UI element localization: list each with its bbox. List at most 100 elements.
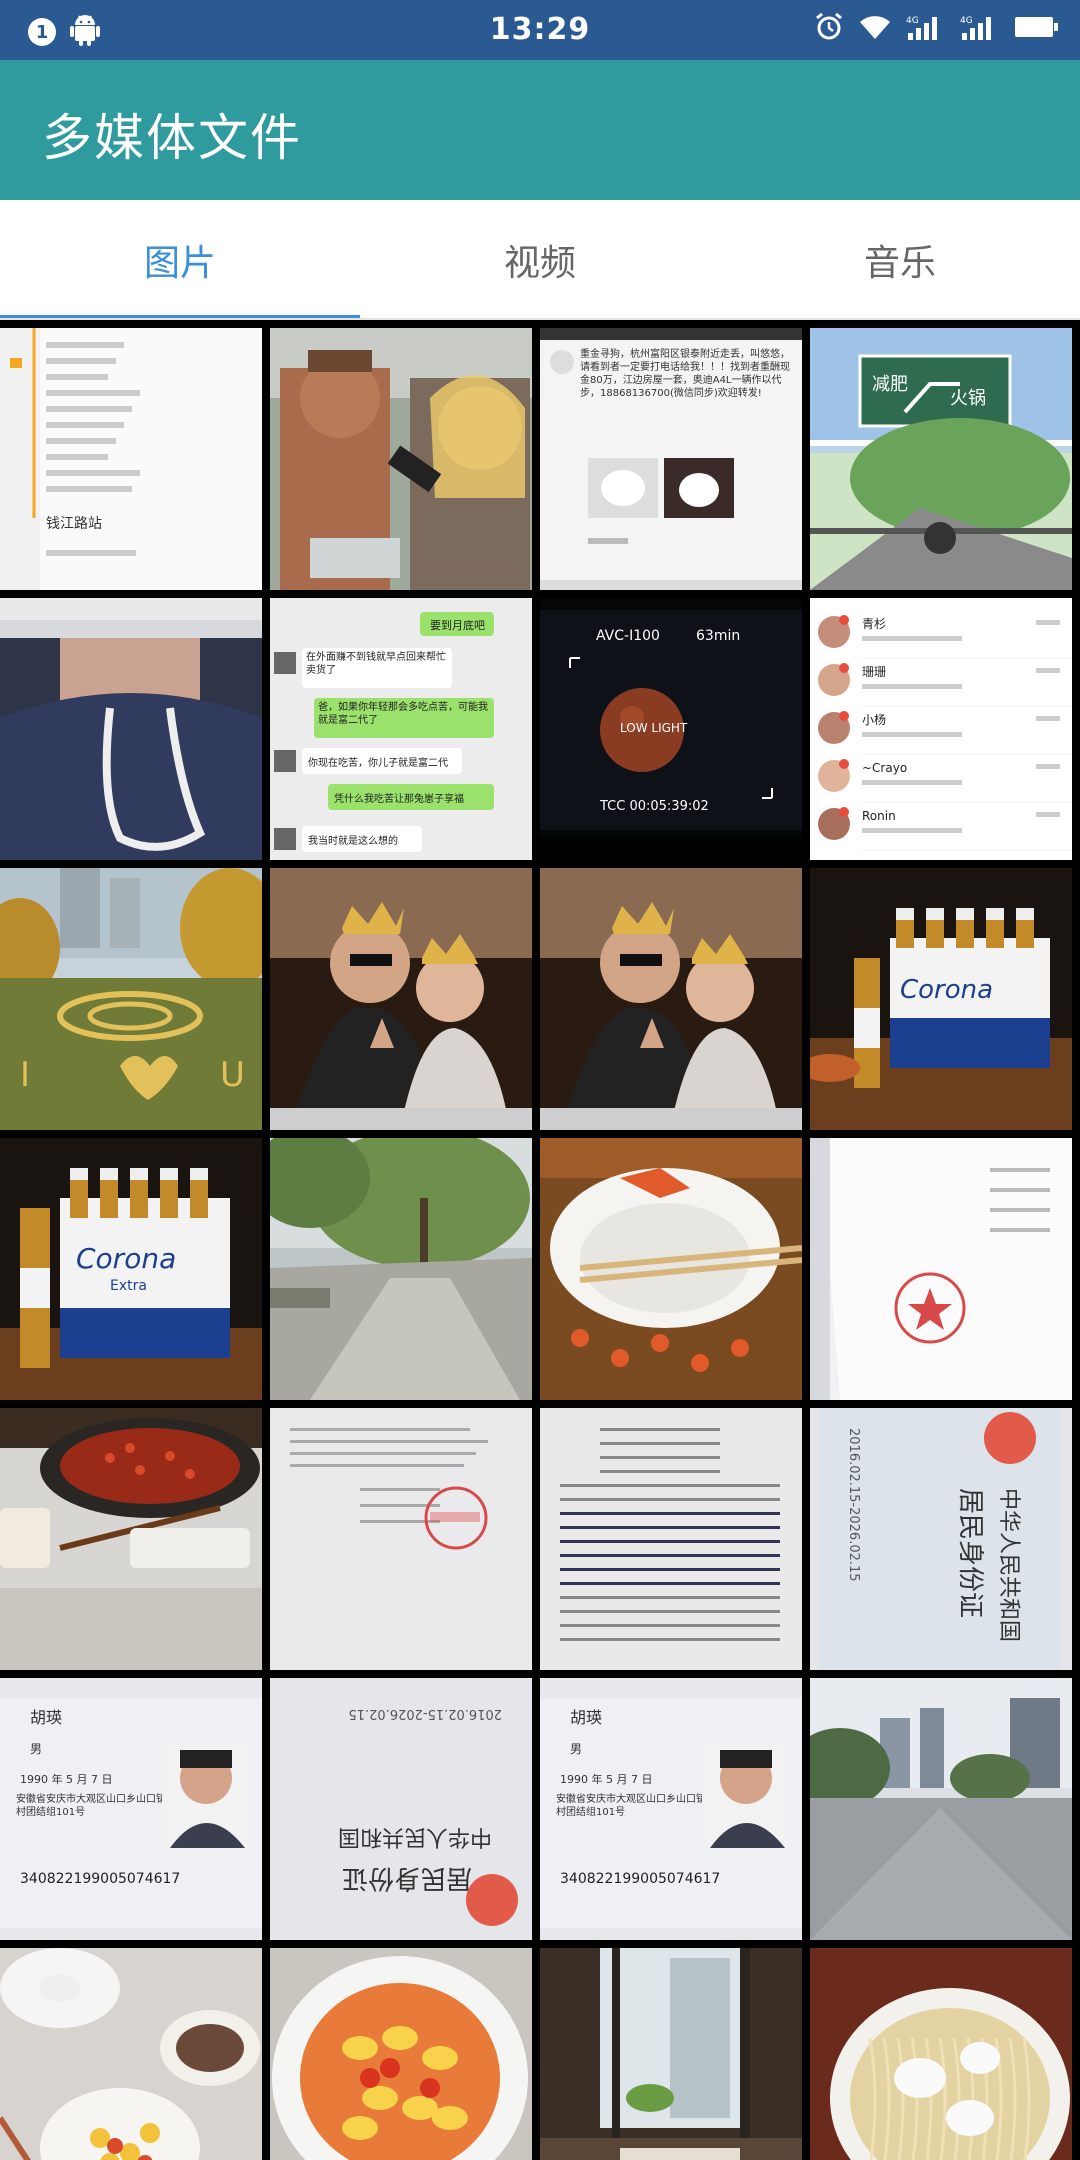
thumbnail-image xyxy=(540,1138,802,1400)
svg-text:居民身份证: 居民身份证 xyxy=(955,1488,985,1618)
svg-text:LOW LIGHT: LOW LIGHT xyxy=(620,721,688,735)
thumbnail-image xyxy=(270,868,532,1130)
thumbnail-image: 中华人民共和国 居民身份证 2016.02.15-2026.02.15 xyxy=(810,1408,1072,1670)
svg-text:男: 男 xyxy=(570,1742,582,1756)
svg-text:火锅: 火锅 xyxy=(950,388,986,409)
svg-text:4G: 4G xyxy=(960,16,973,26)
thumbnail-chat-conversation-screenshot[interactable]: 要到月底吧 在外面赚不到钱就早点回来帮忙卖货了 爸，如果你年轻那会多吃点苦，可能… xyxy=(270,598,532,860)
thumbnail-image xyxy=(270,1948,532,2160)
svg-text:凭什么我吃苦让那兔崽子享福: 凭什么我吃苦让那兔崽子享福 xyxy=(334,792,464,805)
svg-text:Corona: Corona xyxy=(76,1242,176,1275)
svg-text:TCC 00:05:39:02: TCC 00:05:39:02 xyxy=(599,799,709,814)
thumbnail-image: Corona Extra xyxy=(0,1138,262,1400)
thumbnail-image: Corona xyxy=(810,868,1072,1130)
thumbnail-hotpot-table[interactable] xyxy=(0,1408,262,1670)
svg-text:中华人民共和国: 中华人民共和国 xyxy=(996,1488,1021,1642)
signal-icon-1: 4G xyxy=(906,13,946,45)
thumbnail-image xyxy=(540,868,802,1130)
thumbnail-image: AVC-I100 63min LOW LIGHT TCC 00:05:39:02 xyxy=(540,598,802,860)
svg-text:我当时就是这么想的: 我当时就是这么想的 xyxy=(308,834,398,847)
app-bar: 多媒体文件 xyxy=(0,60,1080,200)
svg-text:~Crayo: ~Crayo xyxy=(862,761,907,775)
tab-videos[interactable]: 视频 xyxy=(360,200,720,320)
thumbnail-image: 居民身份证 中华人民共和国 2016.02.15-2026.02.15 xyxy=(270,1678,532,1940)
thumbnail-image xyxy=(270,328,532,590)
svg-text:Extra: Extra xyxy=(110,1278,147,1294)
thumbnail-breakfast-table-photo[interactable] xyxy=(0,1948,262,2160)
thumbnail-image: 要到月底吧 在外面赚不到钱就早点回来帮忙卖货了 爸，如果你年轻那会多吃点苦，可能… xyxy=(270,598,532,860)
thumbnail-image xyxy=(0,1408,262,1670)
thumbnail-contact-list-screenshot[interactable]: 青杉 珊珊 小杨 ~Crayo Ronin xyxy=(810,598,1072,860)
thumbnail-noodle-bowl-photo[interactable] xyxy=(810,1948,1072,2160)
thumbnail-camera-moon-screenshot[interactable]: AVC-I100 63min LOW LIGHT TCC 00:05:39:02 xyxy=(540,598,802,860)
thumbnail-corona-beer-pack-1[interactable]: Corona xyxy=(810,868,1072,1130)
thumbnail-news-post-screenshot[interactable]: 重金寻狗，杭州富阳区银泰附近走丢，叫悠悠，请看到者一定要打电话给我！！！找到者重… xyxy=(540,328,802,590)
thumbnail-image xyxy=(810,1948,1072,2160)
thumbnail-window-view-photo[interactable] xyxy=(540,1948,802,2160)
thumbnail-image xyxy=(810,1138,1072,1400)
thumbnail-interview-photo[interactable] xyxy=(270,328,532,590)
wifi-icon xyxy=(858,13,892,45)
thumbnail-tree-lined-path[interactable] xyxy=(270,1138,532,1400)
thumbnail-image: 青杉 珊珊 小杨 ~Crayo Ronin xyxy=(810,598,1072,860)
svg-text:Corona: Corona xyxy=(900,975,993,1005)
thumbnail-image: 减肥 火锅 xyxy=(810,328,1072,590)
thumbnail-cartoon-sign-image[interactable]: 减肥 火锅 xyxy=(810,328,1072,590)
tab-divider xyxy=(0,318,1080,320)
thumbnail-couple-crowns-photo-1[interactable] xyxy=(270,868,532,1130)
thumbnail-hoodie-selfie[interactable] xyxy=(0,598,262,860)
thumbnail-corona-beer-pack-2[interactable]: Corona Extra xyxy=(0,1138,262,1400)
thumbnail-image xyxy=(540,1408,802,1670)
thumbnail-lobster-plate[interactable] xyxy=(540,1138,802,1400)
thumbnail-typed-document[interactable] xyxy=(540,1408,802,1670)
svg-text:I: I xyxy=(20,1055,30,1095)
tab-images[interactable]: 图片 xyxy=(0,200,360,320)
thumbnail-image xyxy=(540,1948,802,2160)
svg-text:男: 男 xyxy=(30,1742,42,1756)
page-title: 多媒体文件 xyxy=(42,109,302,167)
svg-text:AVC-I100: AVC-I100 xyxy=(596,628,660,644)
battery-icon xyxy=(1014,14,1060,44)
thumbnail-id-card-back-1[interactable]: 中华人民共和国 居民身份证 2016.02.15-2026.02.15 xyxy=(810,1408,1072,1670)
svg-text:U: U xyxy=(220,1055,245,1095)
svg-text:Ronin: Ronin xyxy=(862,809,896,823)
svg-text:2016.02.15-2026.02.15: 2016.02.15-2026.02.15 xyxy=(846,1428,861,1582)
svg-text:珊珊: 珊珊 xyxy=(862,665,886,679)
thumbnail-image xyxy=(810,1678,1072,1940)
svg-text:中华人民共和国: 中华人民共和国 xyxy=(338,1824,492,1849)
alarm-icon xyxy=(814,12,844,46)
svg-text:你现在吃苦，你儿子就是富二代: 你现在吃苦，你儿子就是富二代 xyxy=(308,756,448,769)
thumbnail-image: 重金寻狗，杭州富阳区银泰附近走丢，叫悠悠，请看到者一定要打电话给我！！！找到者重… xyxy=(540,328,802,590)
thumbnail-id-card-front-2[interactable]: 胡瑛 男 1990 年 5 月 7 日 安徽省安庆市大观区山口乡山口镇村团结组1… xyxy=(540,1678,802,1940)
thumbnail-stamped-document-1[interactable] xyxy=(810,1138,1072,1400)
svg-text:要到月底吧: 要到月底吧 xyxy=(430,618,485,632)
media-tabs: 图片 视频 音乐 xyxy=(0,200,1080,320)
svg-text:减肥: 减肥 xyxy=(872,374,908,395)
status-bar: 1 13:29 4G 4G xyxy=(0,0,1080,60)
thumbnail-city-square-photo[interactable] xyxy=(810,1678,1072,1940)
thumbnail-leaf-heart-park[interactable]: I U xyxy=(0,868,262,1130)
tab-music[interactable]: 音乐 xyxy=(720,200,1080,320)
svg-text:胡瑛: 胡瑛 xyxy=(570,1708,602,1727)
thumbnail-id-card-back-2[interactable]: 居民身份证 中华人民共和国 2016.02.15-2026.02.15 xyxy=(270,1678,532,1940)
thumbnail-image xyxy=(270,1138,532,1400)
signal-icon-2: 4G xyxy=(960,13,1000,45)
thumbnail-id-card-front-1[interactable]: 胡瑛 男 1990 年 5 月 7 日 安徽省安庆市大观区山口乡山口镇村团结组1… xyxy=(0,1678,262,1940)
thumbnail-image: 胡瑛 男 1990 年 5 月 7 日 安徽省安庆市大观区山口乡山口镇村团结组1… xyxy=(0,1678,262,1940)
thumbnail-image: 钱江路站 xyxy=(0,328,262,590)
image-grid: 钱江路站 重金寻狗，杭州富阳区银泰附近走丢，叫悠悠，请看到者一定要打电话给我！！… xyxy=(0,322,1080,2160)
svg-text:胡瑛: 胡瑛 xyxy=(30,1708,62,1727)
svg-text:2016.02.15-2026.02.15: 2016.02.15-2026.02.15 xyxy=(348,1706,502,1721)
svg-text:钱江路站: 钱江路站 xyxy=(46,516,102,532)
svg-text:小杨: 小杨 xyxy=(862,712,886,727)
thumbnail-tomato-egg-dish[interactable] xyxy=(270,1948,532,2160)
thumbnail-couple-crowns-photo-2[interactable] xyxy=(540,868,802,1130)
svg-text:1990 年 5 月 7 日: 1990 年 5 月 7 日 xyxy=(560,1772,652,1786)
thumbnail-stamped-document-2[interactable] xyxy=(270,1408,532,1670)
svg-text:居民身份证: 居民身份证 xyxy=(342,1863,472,1893)
svg-text:1990 年 5 月 7 日: 1990 年 5 月 7 日 xyxy=(20,1772,112,1786)
svg-text:63min: 63min xyxy=(696,628,740,644)
thumbnail-chat-list-screenshot[interactable]: 钱江路站 xyxy=(0,328,262,590)
svg-text:340822199005074617: 340822199005074617 xyxy=(560,1871,720,1887)
thumbnail-image: 胡瑛 男 1990 年 5 月 7 日 安徽省安庆市大观区山口乡山口镇村团结组1… xyxy=(540,1678,802,1940)
